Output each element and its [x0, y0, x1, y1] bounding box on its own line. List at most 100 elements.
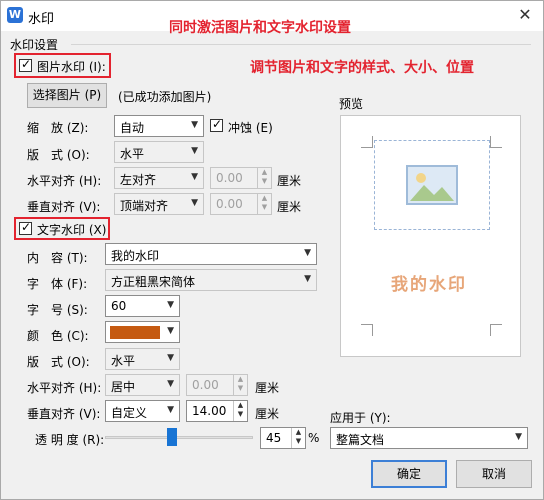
chevron-down-icon: ▼ — [167, 405, 174, 415]
text-layout-value: 水平 — [111, 354, 136, 368]
image-layout-value: 水平 — [120, 147, 145, 161]
cancel-button[interactable]: 取消 — [456, 460, 532, 488]
color-label: 颜 色 (C): — [27, 329, 89, 343]
scale-value: 自动 — [120, 121, 145, 135]
text-watermark-label: 文字水印 (X) — [37, 223, 107, 237]
size-label: 字 号 (S): — [27, 303, 88, 317]
chevron-down-icon: ▼ — [304, 274, 311, 284]
image-layout-select[interactable]: 水平 ▼ — [114, 141, 204, 163]
washout-label: 冲蚀 (E) — [228, 121, 273, 135]
corner-mark — [490, 324, 502, 336]
stepper-arrows-icon[interactable]: ▲ ▼ — [291, 428, 305, 448]
image-valign-offset-stepper[interactable]: 0.00 ▲ ▼ — [210, 193, 272, 215]
preview-label: 预览 — [339, 97, 364, 111]
content-combobox[interactable]: 我的水印 ▼ — [105, 243, 317, 265]
apply-to-select[interactable]: 整篇文档 ▼ — [330, 427, 528, 449]
scale-label: 缩 放 (Z): — [27, 121, 89, 135]
check-icon: ✓ — [21, 220, 32, 234]
content-value: 我的水印 — [111, 249, 160, 263]
annotation-middle: 调节图片和文字的样式、大小、位置 — [250, 60, 474, 76]
text-valign-offset-value: 14.00 — [192, 404, 227, 418]
image-halign-label: 水平对齐 (H): — [27, 174, 102, 188]
image-halign-offset-stepper[interactable]: 0.00 ▲ ▼ — [210, 167, 272, 189]
chevron-down-icon: ▼ — [304, 248, 311, 258]
font-value: 方正粗黑宋简体 — [111, 275, 196, 289]
image-halign-offset-value: 0.00 — [216, 171, 243, 185]
corner-mark — [361, 324, 373, 336]
image-watermark-label: 图片水印 (I): — [37, 60, 106, 74]
check-icon: ✓ — [21, 57, 32, 71]
text-valign-offset-stepper[interactable]: 14.00 ▲ ▼ — [186, 400, 248, 422]
transparency-value: 45 — [266, 431, 282, 445]
window-title: 水印 — [28, 12, 55, 27]
chevron-down-icon: ▼ — [167, 326, 174, 336]
image-valign-offset-value: 0.00 — [216, 197, 243, 211]
image-valign-select[interactable]: 顶端对齐 ▼ — [114, 193, 204, 215]
picture-icon — [406, 165, 458, 205]
color-picker[interactable]: ▼ — [105, 321, 180, 343]
size-value: 60 — [111, 299, 127, 313]
check-icon: ✓ — [212, 117, 223, 131]
group-title: 水印设置 — [10, 38, 59, 52]
apply-to-value: 整篇文档 — [336, 433, 385, 447]
text-valign-select[interactable]: 自定义 ▼ — [105, 400, 180, 422]
watermark-dialog: W 水印 ✕ 同时激活图片和文字水印设置 调节图片和文字的样式、大小、位置 水印… — [0, 0, 544, 500]
transparency-slider-track[interactable] — [105, 436, 253, 439]
preview-image-frame — [374, 140, 490, 230]
chevron-down-icon: ▼ — [167, 300, 174, 310]
font-select[interactable]: 方正粗黑宋简体 ▼ — [105, 269, 317, 291]
text-watermark-checkbox[interactable]: ✓ — [19, 220, 32, 235]
corner-mark — [490, 136, 502, 148]
chevron-down-icon: ▼ — [191, 146, 198, 156]
chevron-down-icon: ▼ — [191, 120, 198, 130]
chevron-down-icon: ▼ — [191, 172, 198, 182]
close-icon[interactable]: ✕ — [513, 4, 537, 26]
transparency-unit: % — [308, 431, 320, 445]
image-layout-label: 版 式 (O): — [27, 148, 90, 162]
chevron-down-icon: ▼ — [515, 432, 522, 442]
text-halign-select[interactable]: 居中 ▼ — [105, 374, 180, 396]
content-label: 内 容 (T): — [27, 251, 88, 265]
size-combobox[interactable]: 60 ▼ — [105, 295, 180, 317]
text-halign-offset-stepper[interactable]: 0.00 ▲ ▼ — [186, 374, 248, 396]
group-divider — [71, 44, 531, 45]
preview-pane: 我的水印 — [340, 115, 521, 357]
image-status-text: (已成功添加图片) — [118, 90, 212, 104]
image-halign-select[interactable]: 左对齐 ▼ — [114, 167, 204, 189]
text-halign-value: 居中 — [111, 380, 136, 394]
image-valign-unit: 厘米 — [277, 200, 302, 214]
preview-watermark-text: 我的水印 — [391, 275, 467, 295]
corner-mark — [361, 136, 373, 148]
app-icon: W — [7, 7, 23, 23]
annotation-top: 同时激活图片和文字水印设置 — [169, 20, 351, 36]
chevron-down-icon: ▼ — [191, 198, 198, 208]
text-valign-value: 自定义 — [111, 406, 148, 420]
scale-select[interactable]: 自动 ▼ — [114, 115, 204, 137]
image-valign-value: 顶端对齐 — [120, 199, 169, 213]
text-valign-label: 垂直对齐 (V): — [27, 407, 101, 421]
image-valign-label: 垂直对齐 (V): — [27, 200, 101, 214]
stepper-arrows-icon[interactable]: ▲ ▼ — [257, 194, 271, 214]
stepper-arrows-icon[interactable]: ▲ ▼ — [233, 375, 247, 395]
text-valign-unit: 厘米 — [255, 407, 280, 421]
select-picture-button[interactable]: 选择图片 (P) — [27, 83, 107, 108]
font-label: 字 体 (F): — [27, 277, 88, 291]
image-halign-unit: 厘米 — [277, 174, 302, 188]
transparency-stepper[interactable]: 45 ▲ ▼ — [260, 427, 306, 449]
text-layout-label: 版 式 (O): — [27, 355, 90, 369]
text-halign-label: 水平对齐 (H): — [27, 381, 102, 395]
chevron-down-icon: ▼ — [167, 379, 174, 389]
text-halign-offset-value: 0.00 — [192, 378, 219, 392]
color-swatch — [110, 326, 160, 339]
ok-button[interactable]: 确定 — [371, 460, 447, 488]
transparency-label: 透 明 度 (R): — [35, 433, 105, 447]
stepper-arrows-icon[interactable]: ▲ ▼ — [233, 401, 247, 421]
text-layout-select[interactable]: 水平 ▼ — [105, 348, 180, 370]
stepper-arrows-icon[interactable]: ▲ ▼ — [257, 168, 271, 188]
apply-to-label: 应用于 (Y): — [330, 411, 391, 425]
chevron-down-icon: ▼ — [167, 353, 174, 363]
transparency-slider-thumb[interactable] — [166, 428, 177, 446]
image-halign-value: 左对齐 — [120, 173, 157, 187]
image-watermark-checkbox[interactable]: ✓ — [19, 57, 32, 72]
washout-checkbox[interactable]: ✓ — [210, 117, 223, 132]
